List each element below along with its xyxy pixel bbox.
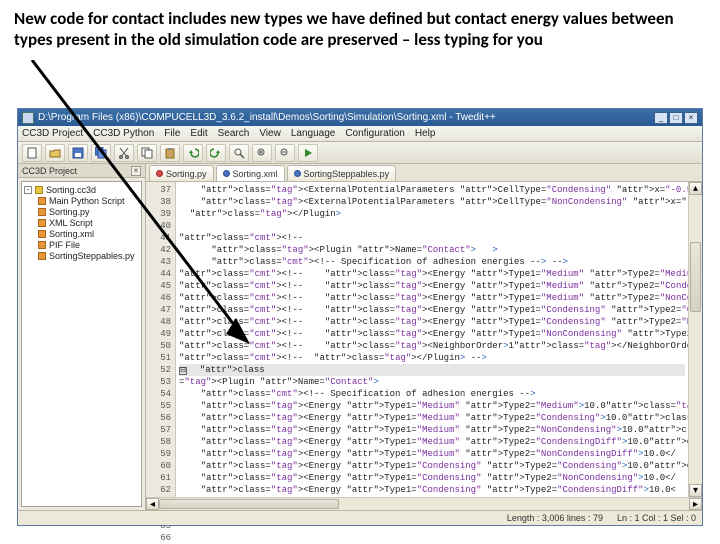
line-gutter: 37 38 39 40 41 42 43 44 45 46 47 48 49 5…	[146, 182, 176, 497]
cut-button[interactable]	[114, 144, 134, 162]
tree-item-label: Main Python Script	[49, 196, 125, 206]
copy-icon	[141, 147, 153, 159]
panel-title: CC3D Project	[22, 166, 77, 176]
app-icon	[22, 112, 34, 124]
paste-button[interactable]	[160, 144, 180, 162]
file-icon	[38, 208, 46, 216]
tree-item-label: XML Script	[49, 218, 93, 228]
menu-cc3d-python[interactable]: CC3D Python	[93, 128, 154, 139]
scroll-up-button[interactable]: ▴	[689, 182, 702, 195]
tree-collapse-icon[interactable]: -	[24, 186, 32, 194]
editor-area: Sorting.py Sorting.xml SortingSteppables.p…	[146, 164, 702, 510]
tree-item-label: Sorting.py	[49, 207, 90, 217]
zoom-in-button[interactable]	[252, 144, 272, 162]
new-button[interactable]	[22, 144, 42, 162]
code-area[interactable]: "attr">class="tag"><ExternalPotentialPar…	[176, 182, 688, 497]
menu-help[interactable]: Help	[415, 128, 436, 139]
statusbar: Length : 3,006 lines : 79 Ln : 1 Col : 1…	[18, 510, 702, 525]
tree-root-label[interactable]: Sorting.cc3d	[46, 185, 96, 195]
tab-sorting-py[interactable]: Sorting.py	[149, 165, 214, 181]
tab-icon	[223, 170, 230, 177]
redo-button[interactable]	[206, 144, 226, 162]
scroll-left-button[interactable]: ◂	[146, 498, 159, 510]
save-button[interactable]	[68, 144, 88, 162]
status-length: Length : 3,006 lines : 79	[507, 513, 603, 523]
menu-edit[interactable]: Edit	[190, 128, 207, 139]
tree-item-label: Sorting.xml	[49, 229, 94, 239]
tab-label: SortingSteppables.py	[304, 169, 390, 179]
project-panel: CC3D Project × - Sorting.cc3d Main Pytho…	[18, 164, 146, 510]
tree-item[interactable]: PIF File	[38, 240, 139, 250]
cut-icon	[118, 147, 130, 159]
scroll-down-button[interactable]: ▾	[689, 484, 702, 497]
titlebar[interactable]: D:\Program Files (x86)\COMPUCELL3D_3.6.2…	[18, 109, 702, 126]
paste-icon	[164, 147, 176, 159]
maximize-button[interactable]: □	[669, 112, 683, 124]
menu-file[interactable]: File	[164, 128, 180, 139]
run-icon	[302, 147, 314, 159]
tab-label: Sorting.py	[166, 169, 207, 179]
menu-cc3d-project[interactable]: CC3D Project	[22, 128, 83, 139]
tab-sorting-xml[interactable]: Sorting.xml	[216, 165, 285, 181]
tab-icon	[156, 170, 163, 177]
open-button[interactable]	[45, 144, 65, 162]
menubar: CC3D Project CC3D Python File Edit Search Vie…	[18, 126, 702, 142]
zoom-in-icon	[256, 147, 268, 159]
save-all-icon	[95, 147, 107, 159]
slide-caption: New code for contact includes new types …	[0, 0, 720, 55]
vertical-scrollbar[interactable]: ▴ ▾	[688, 182, 702, 497]
menu-configuration[interactable]: Configuration	[345, 128, 404, 139]
project-icon	[35, 186, 43, 194]
open-icon	[49, 147, 61, 159]
tab-sortingsteppables-py[interactable]: SortingSteppables.py	[287, 165, 397, 181]
undo-button[interactable]	[183, 144, 203, 162]
tree-item[interactable]: XML Script	[38, 218, 139, 228]
tab-label: Sorting.xml	[233, 169, 278, 179]
editor-window: D:\Program Files (x86)\COMPUCELL3D_3.6.2…	[17, 108, 703, 526]
find-button[interactable]	[229, 144, 249, 162]
find-icon	[233, 147, 245, 159]
scroll-thumb[interactable]	[690, 242, 701, 312]
undo-icon	[187, 147, 199, 159]
minimize-button[interactable]: _	[654, 112, 668, 124]
menu-language[interactable]: Language	[291, 128, 336, 139]
scroll-right-button[interactable]: ▸	[689, 498, 702, 510]
file-icon	[38, 230, 46, 238]
file-icon	[38, 197, 46, 205]
tree-item[interactable]: Sorting.py	[38, 207, 139, 217]
close-button[interactable]: ×	[684, 112, 698, 124]
tree-item[interactable]: Main Python Script	[38, 196, 139, 206]
titlebar-text: D:\Program Files (x86)\COMPUCELL3D_3.6.2…	[38, 112, 496, 123]
project-tree[interactable]: - Sorting.cc3d Main Python ScriptSorting…	[21, 181, 142, 507]
tree-item[interactable]: Sorting.xml	[38, 229, 139, 239]
zoom-out-icon	[279, 147, 291, 159]
tree-item-label: PIF File	[49, 240, 80, 250]
save-all-button[interactable]	[91, 144, 111, 162]
panel-close-button[interactable]: ×	[131, 166, 141, 176]
menu-view[interactable]: View	[259, 128, 281, 139]
horizontal-scrollbar[interactable]: ◂ ▸	[146, 497, 702, 510]
scroll-thumb-h[interactable]	[159, 499, 339, 509]
zoom-out-button[interactable]	[275, 144, 295, 162]
tab-bar: Sorting.py Sorting.xml SortingSteppables.p…	[146, 164, 702, 182]
file-icon	[38, 219, 46, 227]
redo-icon	[210, 147, 222, 159]
run-button[interactable]	[298, 144, 318, 162]
tree-item-label: SortingSteppables.py	[49, 251, 135, 261]
status-position: Ln : 1 Col : 1 Sel : 0	[617, 513, 696, 523]
save-icon	[72, 147, 84, 159]
menu-search[interactable]: Search	[218, 128, 250, 139]
file-icon	[38, 241, 46, 249]
file-icon	[38, 252, 46, 260]
tab-icon	[294, 170, 301, 177]
copy-button[interactable]	[137, 144, 157, 162]
new-icon	[26, 147, 38, 159]
tree-item[interactable]: SortingSteppables.py	[38, 251, 139, 261]
toolbar	[18, 142, 702, 164]
